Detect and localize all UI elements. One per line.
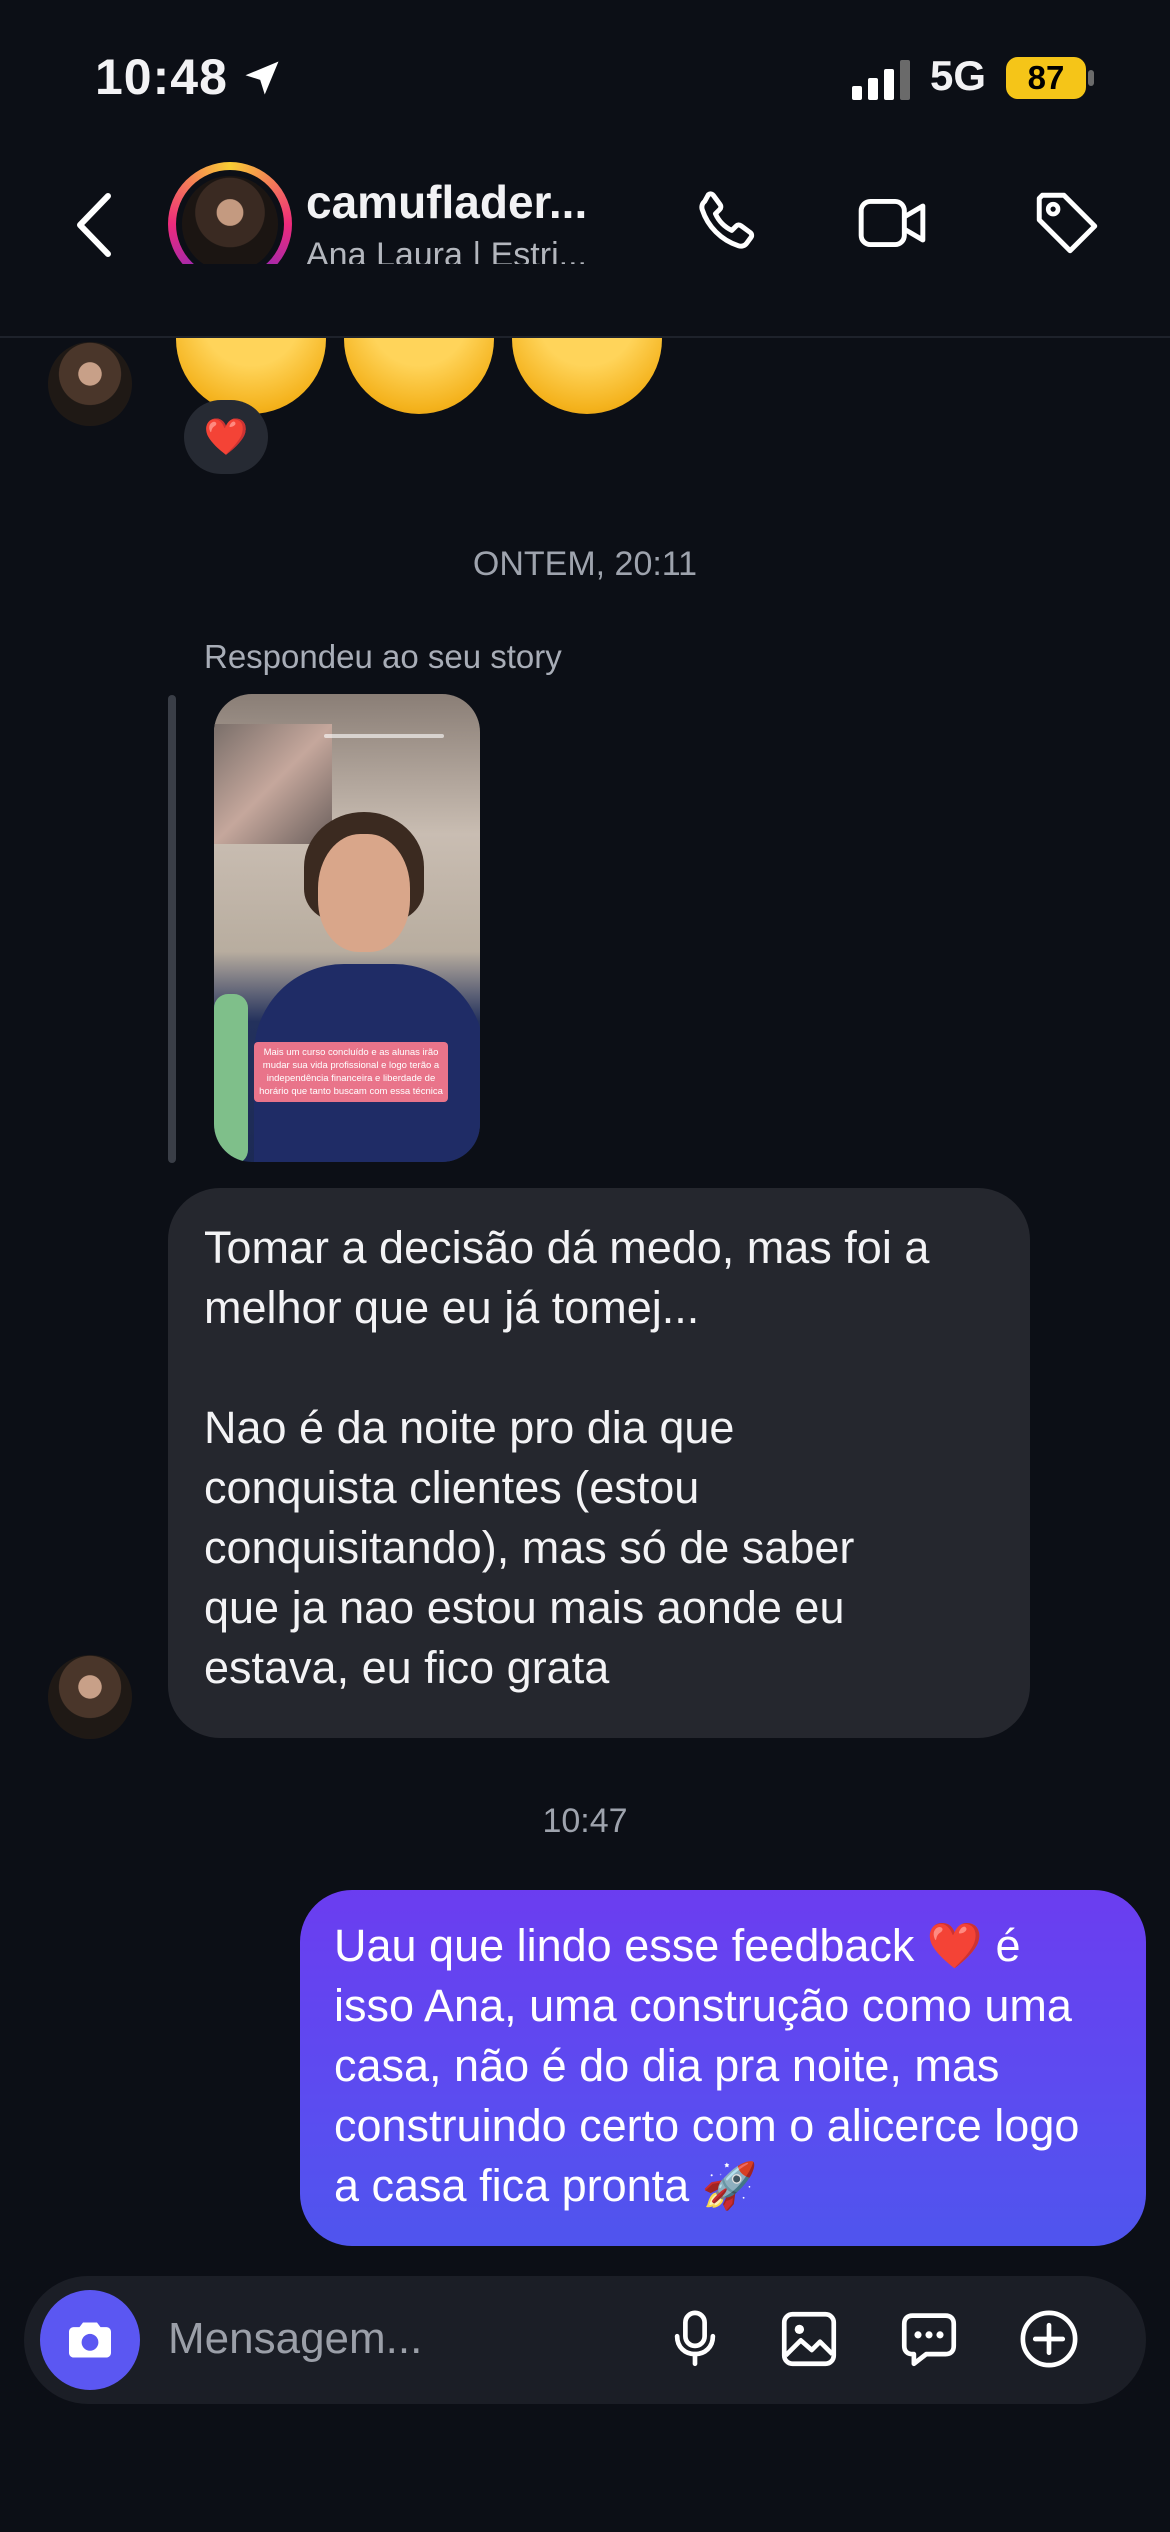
tag-icon[interactable] <box>1030 186 1104 260</box>
location-arrow-icon <box>245 61 279 95</box>
story-caption: Mais um curso concluído e as alunas irão… <box>254 1042 448 1102</box>
reply-indicator-bar <box>168 695 176 1163</box>
timestamp: 10:47 <box>542 1802 628 1840</box>
battery-cap <box>1088 70 1094 86</box>
camera-button[interactable] <box>40 2290 140 2390</box>
video-camera-icon[interactable] <box>855 186 929 260</box>
incoming-message-bubble[interactable]: Tomar a decisão dá medo, mas foi a melho… <box>168 1188 1030 1738</box>
back-chevron-icon[interactable] <box>72 190 116 260</box>
header-mask <box>0 264 1170 338</box>
battery-level: 87 <box>1006 57 1086 99</box>
add-circle-icon[interactable] <box>1016 2306 1082 2372</box>
phone-icon[interactable] <box>688 186 762 260</box>
camera-icon <box>69 2322 111 2358</box>
network-type: 5G <box>930 52 987 99</box>
chat-bubble-icon[interactable] <box>896 2306 962 2372</box>
status-time: 10:48 <box>95 49 228 105</box>
cellular-signal-icon <box>852 60 910 100</box>
gallery-icon[interactable] <box>776 2306 842 2372</box>
story-reply-label: Respondeu ao seu story <box>204 638 562 675</box>
sender-avatar[interactable] <box>48 342 132 426</box>
contact-avatar[interactable] <box>182 176 278 272</box>
microphone-icon[interactable] <box>662 2306 728 2372</box>
sender-avatar[interactable] <box>48 1655 132 1739</box>
timestamp: ONTEM, 20:11 <box>472 545 698 583</box>
story-thumbnail[interactable]: Mais um curso concluído e as alunas irão… <box>214 694 480 1162</box>
header-divider <box>0 336 1170 338</box>
contact-username[interactable]: camuflader... <box>306 175 587 229</box>
heart-reaction[interactable]: ❤️ <box>184 400 268 474</box>
outgoing-message-bubble[interactable]: Uau que lindo esse feedback ❤️ é isso An… <box>300 1890 1146 2246</box>
message-input[interactable]: Mensagem... <box>168 2314 422 2364</box>
